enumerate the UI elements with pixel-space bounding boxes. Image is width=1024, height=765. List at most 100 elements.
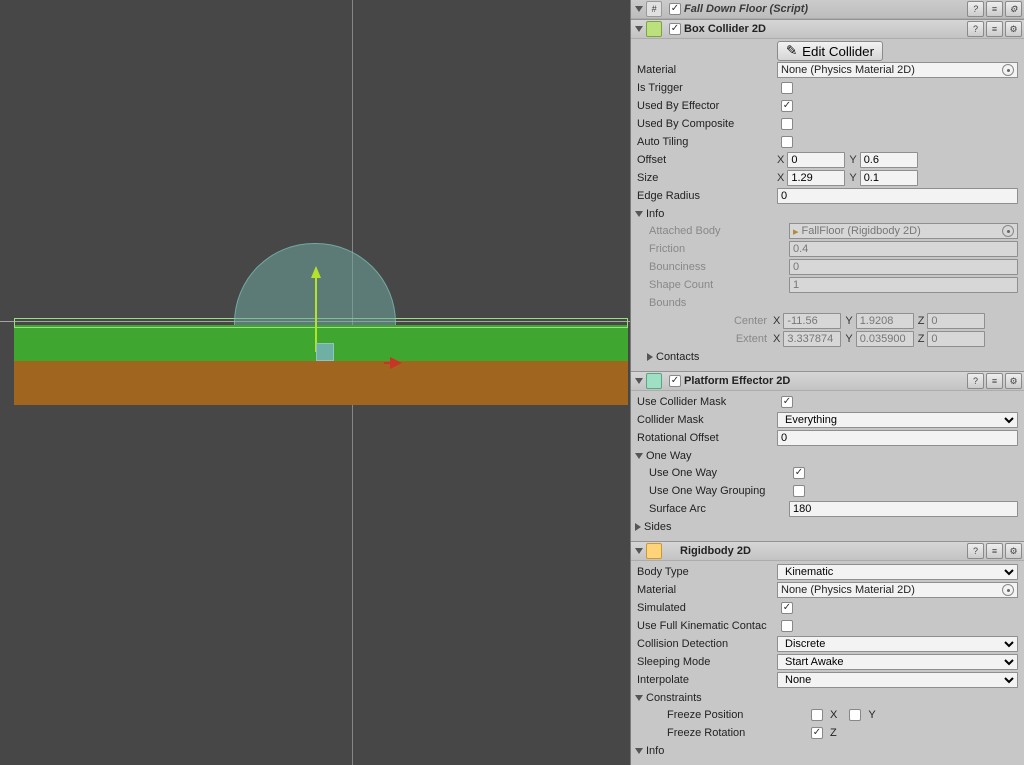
- foldout-icon: [635, 748, 643, 754]
- label-sleepingmode: Sleeping Mode: [637, 656, 777, 668]
- help-icon[interactable]: ?: [967, 373, 984, 389]
- inspector-panel: # Fall Down Floor (Script) ? ≡ ⚙ Box Col…: [630, 0, 1024, 765]
- freezepos-y-checkbox[interactable]: [849, 709, 861, 721]
- foldout-icon: [635, 523, 641, 531]
- istrigger-checkbox[interactable]: [781, 82, 793, 94]
- ground-sprite: [14, 361, 628, 405]
- foldout-info[interactable]: Info: [637, 205, 1018, 222]
- oneway-title: One Way: [646, 450, 691, 462]
- size-y-input[interactable]: [860, 170, 918, 186]
- axis-x-label: X: [773, 333, 780, 345]
- useonewaygrouping-checkbox[interactable]: [793, 485, 805, 497]
- foldout-constraints[interactable]: Constraints: [637, 689, 1018, 706]
- label-collisiondetection: Collision Detection: [637, 638, 777, 650]
- label-usedbycomposite: Used By Composite: [637, 118, 777, 130]
- object-picker-icon[interactable]: [1002, 584, 1014, 596]
- gear-icon[interactable]: ⚙: [1005, 373, 1022, 389]
- gizmo-y-axis[interactable]: [315, 277, 317, 352]
- collisiondetection-select[interactable]: Discrete: [777, 636, 1018, 652]
- label-rotationaloffset: Rotational Offset: [637, 432, 777, 444]
- surfacearc-input[interactable]: [789, 501, 1018, 517]
- component-enable-toggle[interactable]: [669, 375, 681, 387]
- component-header-rigidbody[interactable]: Rigidbody 2D ? ≡ ⚙: [631, 542, 1024, 561]
- rb-material-field[interactable]: None (Physics Material 2D): [777, 582, 1018, 598]
- gizmo-y-arrow-icon[interactable]: [311, 266, 321, 278]
- component-header-script[interactable]: # Fall Down Floor (Script) ? ≡ ⚙: [631, 0, 1024, 19]
- bodytype-select[interactable]: Kinematic: [777, 564, 1018, 580]
- usedbyeffector-checkbox[interactable]: [781, 100, 793, 112]
- gear-icon[interactable]: ⚙: [1005, 21, 1022, 37]
- rb-info-label: Info: [646, 745, 664, 757]
- extent-z-input: [927, 331, 985, 347]
- gear-icon[interactable]: ⚙: [1005, 1, 1022, 17]
- collidermask-select[interactable]: Everything: [777, 412, 1018, 428]
- axis-z-label: Z: [918, 315, 925, 327]
- label-freezeposition: Freeze Position: [649, 709, 807, 721]
- object-picker-icon[interactable]: [1002, 64, 1014, 76]
- axis-x-label: X: [830, 709, 837, 721]
- attachedbody-value: FallFloor (Rigidbody 2D): [802, 225, 921, 237]
- axis-x-label: X: [777, 154, 784, 166]
- preset-icon[interactable]: ≡: [986, 373, 1003, 389]
- usecollidermask-checkbox[interactable]: [781, 396, 793, 408]
- sleepingmode-select[interactable]: Start Awake: [777, 654, 1018, 670]
- edit-collider-label: Edit Collider: [802, 44, 874, 59]
- preset-icon[interactable]: ≡: [986, 21, 1003, 37]
- foldout-oneway[interactable]: One Way: [637, 447, 1018, 464]
- foldout-rb-info[interactable]: Info: [637, 742, 1018, 759]
- axis-z-label: Z: [830, 727, 837, 739]
- offset-y-input[interactable]: [860, 152, 918, 168]
- axis-z-label: Z: [918, 333, 925, 345]
- scene-view[interactable]: [0, 0, 630, 765]
- foldout-contacts[interactable]: Contacts: [637, 348, 1018, 365]
- component-enable-toggle[interactable]: [669, 23, 681, 35]
- freezerot-z-checkbox[interactable]: [811, 727, 823, 739]
- edit-collider-button[interactable]: ✎Edit Collider: [777, 41, 883, 61]
- attachedbody-field: ▸FallFloor (Rigidbody 2D): [789, 223, 1018, 239]
- label-extent: Extent: [707, 333, 773, 345]
- axis-y-label: Y: [868, 709, 875, 721]
- label-offset: Offset: [637, 154, 777, 166]
- component-enable-toggle[interactable]: [669, 3, 681, 15]
- usefullkinematic-checkbox[interactable]: [781, 620, 793, 632]
- component-header-boxcollider[interactable]: Box Collider 2D ? ≡ ⚙: [631, 20, 1024, 39]
- simulated-checkbox[interactable]: [781, 602, 793, 614]
- foldout-sides[interactable]: Sides: [637, 518, 1018, 535]
- useoneway-checkbox[interactable]: [793, 467, 805, 479]
- edgeradius-input[interactable]: [777, 188, 1018, 204]
- usedbycomposite-checkbox[interactable]: [781, 118, 793, 130]
- freezepos-x-checkbox[interactable]: [811, 709, 823, 721]
- component-title: Fall Down Floor (Script): [684, 3, 808, 15]
- label-istrigger: Is Trigger: [637, 82, 777, 94]
- foldout-icon[interactable]: [635, 548, 643, 554]
- gear-icon[interactable]: ⚙: [1005, 543, 1022, 559]
- info-title: Info: [646, 208, 664, 220]
- foldout-icon[interactable]: [635, 6, 643, 12]
- help-icon[interactable]: ?: [967, 1, 984, 17]
- script-icon: #: [646, 1, 662, 17]
- contacts-label: Contacts: [656, 351, 699, 363]
- help-icon[interactable]: ?: [967, 21, 984, 37]
- autotiling-checkbox[interactable]: [781, 136, 793, 148]
- help-icon[interactable]: ?: [967, 543, 984, 559]
- rotationaloffset-input[interactable]: [777, 430, 1018, 446]
- foldout-icon[interactable]: [635, 378, 643, 384]
- component-header-platformeffector[interactable]: Platform Effector 2D ? ≡ ⚙: [631, 372, 1024, 391]
- axis-y-label: Y: [849, 154, 856, 166]
- platform-effector-icon: [646, 373, 662, 389]
- label-useoneway: Use One Way: [649, 467, 789, 479]
- offset-x-input[interactable]: [787, 152, 845, 168]
- preset-icon[interactable]: ≡: [986, 543, 1003, 559]
- foldout-icon: [635, 695, 643, 701]
- size-x-input[interactable]: [787, 170, 845, 186]
- foldout-icon[interactable]: [635, 26, 643, 32]
- preset-icon[interactable]: ≡: [986, 1, 1003, 17]
- gizmo-x-arrow-icon[interactable]: [390, 357, 402, 369]
- axis-x-label: X: [773, 315, 780, 327]
- box-collider-icon: [646, 21, 662, 37]
- label-edgeradius: Edge Radius: [637, 190, 777, 202]
- interpolate-select[interactable]: None: [777, 672, 1018, 688]
- material-field[interactable]: None (Physics Material 2D): [777, 62, 1018, 78]
- gizmo-center-handle[interactable]: [316, 343, 334, 361]
- foldout-icon: [635, 453, 643, 459]
